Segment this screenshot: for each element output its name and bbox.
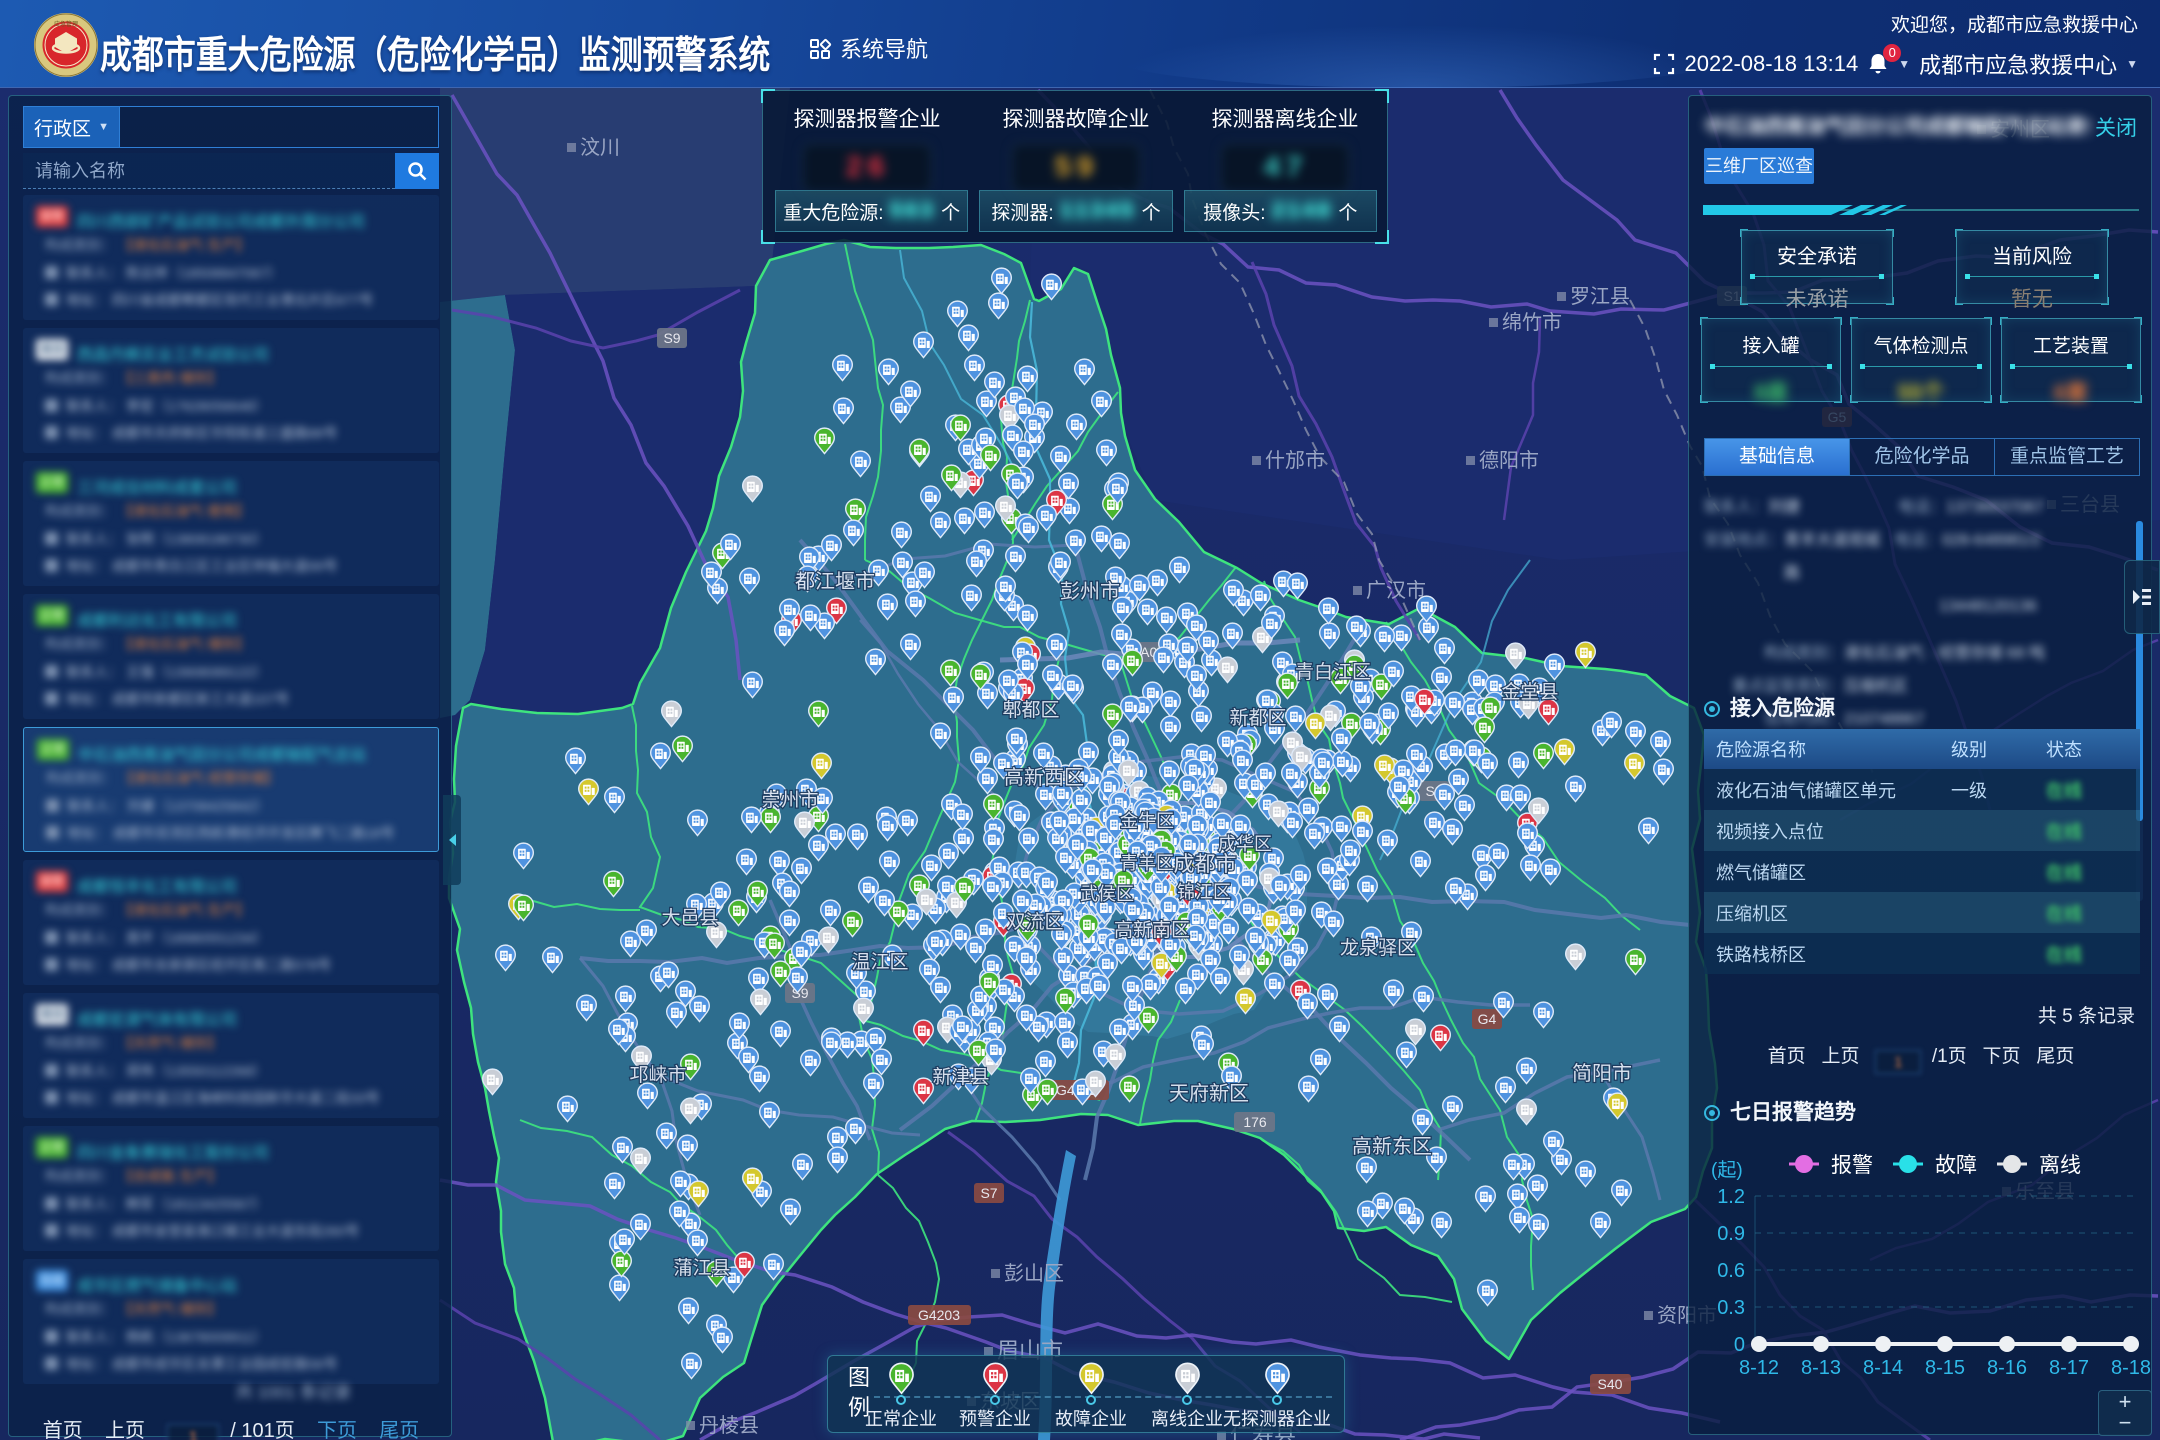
svg-text:0.9: 0.9: [1717, 1223, 1745, 1245]
svg-text:故障: 故障: [1935, 1154, 1977, 1177]
svg-text:8-14: 8-14: [1863, 1357, 1903, 1379]
svg-text:S7: S7: [980, 1185, 997, 1201]
svg-text:青白江区: 青白江区: [1295, 661, 1371, 683]
svg-text:8-13: 8-13: [1801, 1357, 1841, 1379]
svg-text:双流区: 双流区: [1006, 911, 1063, 933]
svg-text:什邡市: 什邡市: [1265, 449, 1325, 472]
svg-text:S40: S40: [1598, 1376, 1623, 1392]
svg-text:崇州市: 崇州市: [761, 789, 818, 811]
svg-text:8-12: 8-12: [1739, 1357, 1779, 1379]
svg-text:1.2: 1.2: [1717, 1186, 1745, 1208]
svg-text:天府新区: 天府新区: [1169, 1082, 1249, 1105]
svg-text:成华区: 成华区: [1218, 834, 1272, 854]
svg-text:高新东区: 高新东区: [1352, 1135, 1432, 1158]
svg-text:8-16: 8-16: [1987, 1357, 2027, 1379]
svg-text:金堂县: 金堂县: [1501, 681, 1558, 703]
svg-text:8-17: 8-17: [2049, 1357, 2089, 1379]
svg-text:S9: S9: [663, 330, 680, 346]
svg-text:G4203: G4203: [918, 1307, 960, 1323]
svg-text:邛崃市: 邛崃市: [629, 1064, 686, 1086]
svg-text:德阳市: 德阳市: [1479, 449, 1539, 472]
svg-text:0.3: 0.3: [1717, 1297, 1745, 1319]
svg-text:金牛区: 金牛区: [1120, 811, 1174, 831]
svg-text:锦江区: 锦江区: [1177, 882, 1231, 902]
svg-text:0.6: 0.6: [1717, 1260, 1745, 1282]
svg-text:丹棱县: 丹棱县: [699, 1414, 759, 1437]
svg-text:成都市: 成都市: [1174, 853, 1237, 876]
svg-text:龙泉驿区: 龙泉驿区: [1340, 937, 1416, 959]
svg-text:应急管理: 应急管理: [54, 20, 78, 28]
svg-text:武侯区: 武侯区: [1080, 884, 1134, 904]
svg-text:都江堰市: 都江堰市: [795, 570, 875, 593]
svg-text:绵竹市: 绵竹市: [1502, 311, 1562, 334]
svg-text:广汉市: 广汉市: [1366, 579, 1426, 602]
svg-text:0: 0: [1734, 1334, 1745, 1356]
svg-text:高新西区: 高新西区: [1004, 766, 1084, 789]
svg-text:新都区: 新都区: [1229, 707, 1286, 729]
svg-text:离线: 离线: [2039, 1154, 2081, 1177]
svg-text:新津县: 新津县: [932, 1066, 989, 1088]
svg-text:G4: G4: [1478, 1011, 1497, 1027]
svg-text:彭山区: 彭山区: [1004, 1262, 1064, 1285]
svg-text:青羊区: 青羊区: [1120, 853, 1174, 873]
svg-text:罗江县: 罗江县: [1570, 285, 1630, 308]
svg-text:郫都区: 郫都区: [1002, 699, 1059, 721]
svg-text:大邑县: 大邑县: [661, 907, 718, 929]
svg-text:汶川: 汶川: [580, 136, 620, 159]
svg-text:温江区: 温江区: [851, 951, 908, 973]
svg-text:彭州市: 彭州市: [1060, 580, 1120, 603]
svg-text:高新南区: 高新南区: [1114, 919, 1190, 941]
svg-text:(起): (起): [1711, 1159, 1743, 1181]
svg-text:蒲江县: 蒲江县: [673, 1257, 730, 1279]
svg-text:8-15: 8-15: [1925, 1357, 1965, 1379]
svg-text:报警: 报警: [1831, 1154, 1873, 1177]
svg-text:8-18: 8-18: [2111, 1357, 2151, 1379]
svg-text:简阳市: 简阳市: [1572, 1062, 1632, 1085]
svg-text:176: 176: [1243, 1114, 1267, 1130]
